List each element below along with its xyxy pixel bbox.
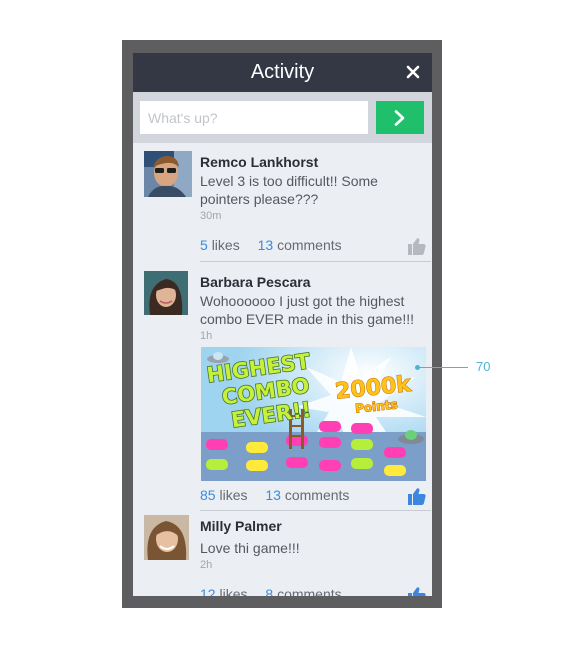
status-input[interactable] <box>140 101 368 134</box>
comments-count[interactable]: 8 <box>265 586 273 596</box>
comments-label[interactable]: comments <box>285 487 350 503</box>
likes-count[interactable]: 5 <box>200 237 208 253</box>
post-stats: 12 likes 8 comments <box>200 586 342 596</box>
annotation-line <box>418 367 468 368</box>
post-text: Level 3 is too difficult!! Some pointers… <box>200 173 378 207</box>
post-author[interactable]: Milly Palmer <box>200 518 282 534</box>
post-time: 30m <box>200 210 222 222</box>
activity-post: Remco Lankhorst Level 3 is too difficult… <box>133 143 432 263</box>
post-divider <box>200 261 431 262</box>
thumbs-up-icon[interactable] <box>408 237 426 255</box>
comments-label[interactable]: comments <box>277 586 342 596</box>
compose-bar <box>133 92 432 143</box>
header-bar: Activity <box>133 53 432 92</box>
phone-frame: Activity What's up? Remco Lankhorst Leve… <box>122 40 442 608</box>
avatar[interactable] <box>144 271 188 315</box>
post-author[interactable]: Barbara Pescara <box>200 274 311 290</box>
thumbs-up-icon[interactable] <box>408 487 426 505</box>
likes-count[interactable]: 12 <box>200 586 216 596</box>
post-time: 2h <box>200 559 213 571</box>
post-stats: 85 likes 13 comments <box>200 487 349 503</box>
chevron-right-icon <box>394 110 405 126</box>
activity-post: Milly Palmer Love thi game!!! 2h 12 like… <box>133 512 432 596</box>
activity-screen: Activity What's up? Remco Lankhorst Leve… <box>133 53 432 596</box>
likes-label: likes <box>219 586 248 596</box>
avatar[interactable] <box>144 151 192 197</box>
page-title: Activity <box>250 61 315 83</box>
comments-count[interactable]: 13 <box>258 237 274 253</box>
thumbs-up-icon[interactable] <box>408 586 426 596</box>
avatar[interactable] <box>144 515 189 560</box>
likes-label: likes <box>219 487 248 503</box>
annotation-label: 70 <box>476 359 491 374</box>
post-divider <box>200 510 431 511</box>
post-stats: 5 likes 13 comments <box>200 237 342 253</box>
comments-count[interactable]: 13 <box>265 487 281 503</box>
likes-label: likes <box>211 237 240 253</box>
post-author[interactable]: Remco Lankhorst <box>200 154 318 170</box>
post-text: Love thi game!!! <box>200 540 300 556</box>
post-time: 1h <box>200 330 213 342</box>
post-image[interactable]: HIGHEST COMBO EVER!! 2000k Points <box>201 347 426 481</box>
send-button[interactable] <box>376 101 424 134</box>
post-text: Wohoooooo I just got the highest combo E… <box>200 293 414 327</box>
close-icon[interactable] <box>405 64 421 80</box>
comments-label[interactable]: comments <box>277 237 342 253</box>
likes-count[interactable]: 85 <box>200 487 216 503</box>
